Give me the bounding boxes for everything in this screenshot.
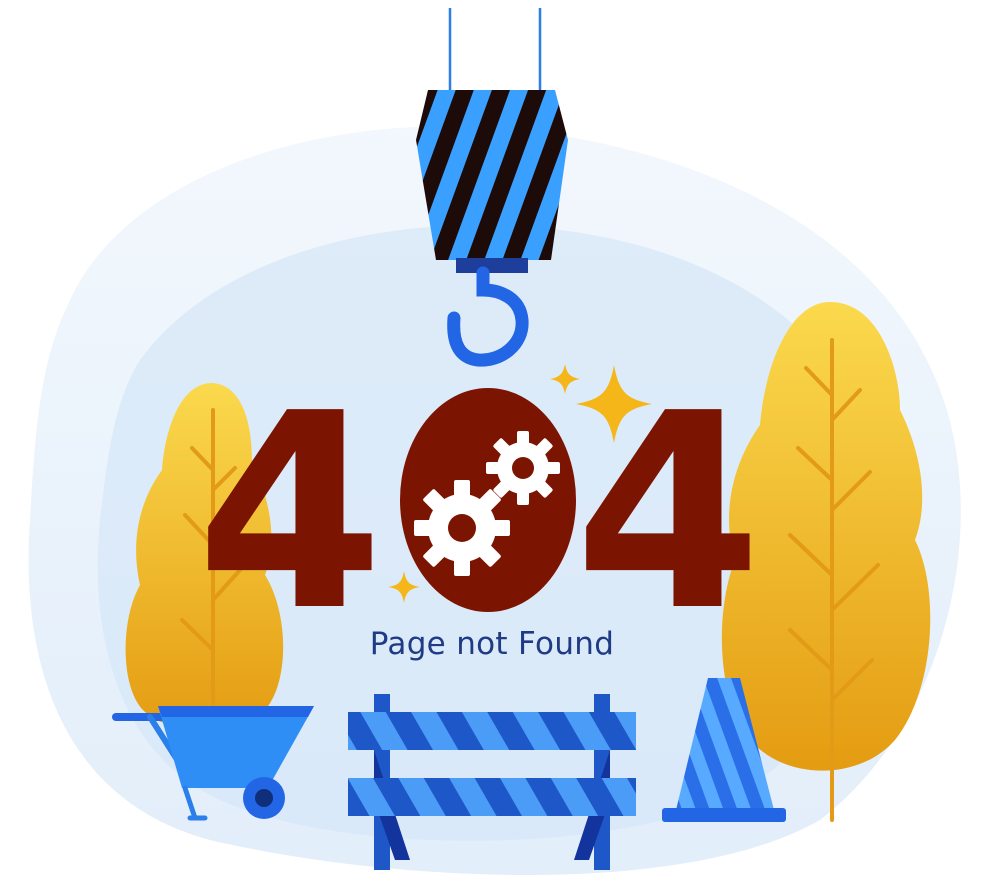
crane-cables [448, 8, 542, 92]
error-code-digit-left: 4 [196, 355, 384, 670]
error-404-illustration: 4 4 [28, 8, 961, 876]
page-not-found-message: Page not Found [369, 626, 615, 662]
